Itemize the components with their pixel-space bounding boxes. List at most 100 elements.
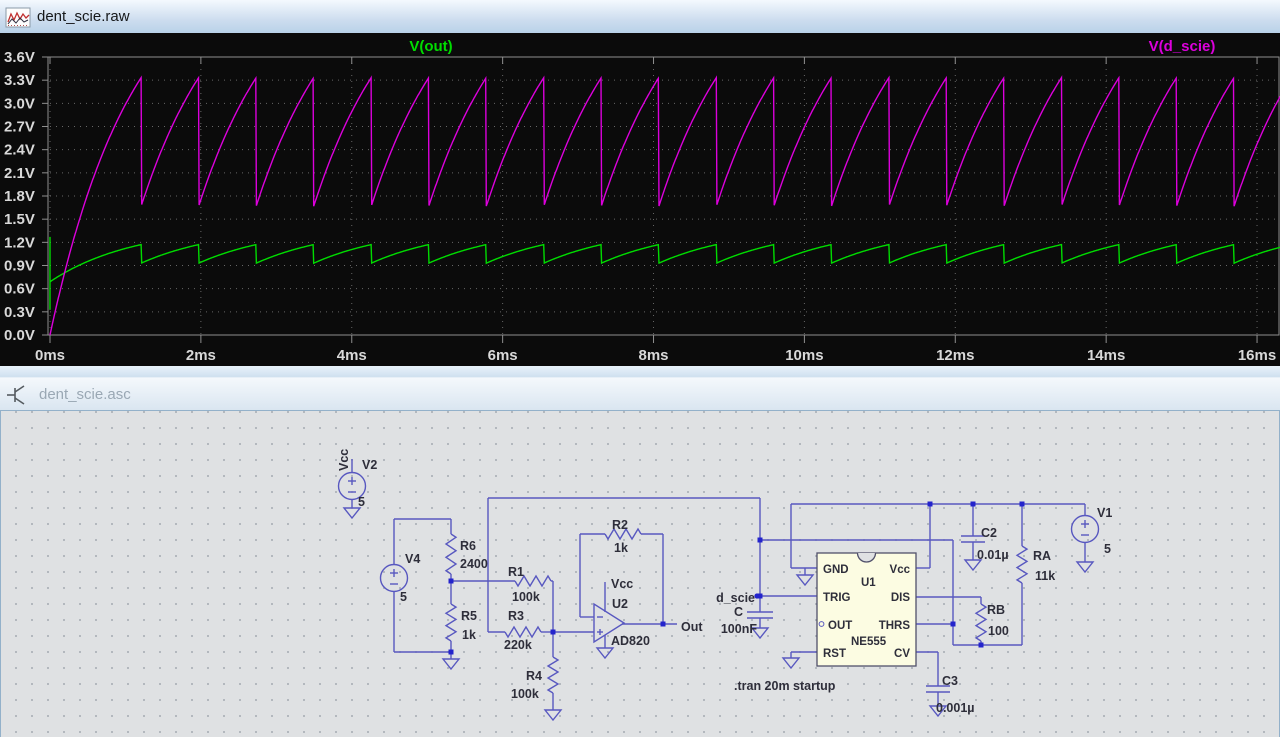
- junction-dot: [660, 621, 666, 627]
- schematic-label-v1-name[interactable]: V1: [1097, 506, 1112, 520]
- y-tick-label: 0.9V: [4, 258, 35, 275]
- schematic-label-v2-name[interactable]: V2: [362, 458, 377, 472]
- y-tick-label: 0.6V: [4, 281, 35, 298]
- schematic-label-r5-value[interactable]: 1k: [462, 628, 476, 642]
- y-tick-label: 1.5V: [4, 211, 35, 228]
- schematic-label-c-name[interactable]: C: [734, 605, 743, 619]
- resistor-symbol: [974, 603, 988, 642]
- schematic-label-c3-name[interactable]: C3: [942, 674, 958, 688]
- resistor-symbol: [504, 625, 542, 639]
- y-tick-label: 1.8V: [4, 188, 35, 205]
- schematic-label-r4-value[interactable]: 100k: [511, 687, 539, 701]
- trace-v-d-scie[interactable]: [49, 75, 1280, 336]
- waveform-titlebar[interactable]: dent_scie.raw: [0, 0, 1280, 33]
- legend-v-d-scie[interactable]: V(d_scie): [1149, 38, 1216, 55]
- y-tick-label: 3.6V: [4, 49, 35, 66]
- ground-symbol: [441, 658, 461, 671]
- schematic-label-pin-cv[interactable]: CV: [894, 648, 910, 660]
- schematic-label-vcc-flag[interactable]: Vcc: [337, 449, 351, 471]
- junction-dot: [448, 578, 454, 584]
- schematic-label-r5-name[interactable]: R5: [461, 609, 477, 623]
- schematic-label-pin-trig[interactable]: TRIG: [823, 592, 851, 604]
- junction-dot: [448, 649, 454, 655]
- pane-divider[interactable]: [0, 366, 1280, 377]
- y-tick-label: 0.0V: [4, 327, 35, 344]
- x-tick-label: 14ms: [1087, 347, 1125, 364]
- junction-dot: [970, 501, 976, 507]
- schematic-label-pin-gnd[interactable]: GND: [823, 564, 849, 576]
- legend-v-out[interactable]: V(out): [409, 38, 452, 55]
- schematic-label-v1-value[interactable]: 5: [1104, 542, 1111, 556]
- x-tick-label: 6ms: [488, 347, 518, 364]
- schematic-titlebar[interactable]: dent_scie.asc: [0, 377, 1280, 411]
- schematic-label-dscie-label[interactable]: d_scie: [716, 591, 755, 605]
- schematic-label-pin-thrs[interactable]: THRS: [879, 620, 911, 632]
- trace-v-out[interactable]: [49, 236, 1280, 310]
- schematic-label-u2-value[interactable]: AD820: [611, 634, 650, 648]
- schematic-label-r1-value[interactable]: 100k: [512, 590, 540, 604]
- y-tick-label: 0.3V: [4, 304, 35, 321]
- schematic-label-v4-value[interactable]: 5: [400, 590, 407, 604]
- schematic-label-u1-value[interactable]: NE555: [851, 636, 887, 648]
- schematic-label-ra-name[interactable]: RA: [1033, 549, 1051, 563]
- ltspice-window: dent_scie.raw 3.6V 3.3V 3.0V 2.7V 2.4V 2.1V 1.…: [0, 0, 1280, 737]
- schematic-label-pin-rst[interactable]: RST: [823, 648, 846, 660]
- schematic-label-pin-vcc[interactable]: Vcc: [890, 564, 911, 576]
- schematic-label-u1-name[interactable]: U1: [861, 577, 876, 589]
- schematic-drawing[interactable]: Vcc V2 5 V4 5 R6 2400 R5 1k R1 100k R3 220k R4 100k R2 1…: [1, 411, 1279, 737]
- ground-symbol: [543, 709, 563, 722]
- waveform-pane: 3.6V 3.3V 3.0V 2.7V 2.4V 2.1V 1.8V 1.5V 1.2V 0.9V…: [0, 33, 1280, 366]
- schematic-label-r4-name[interactable]: R4: [526, 669, 542, 683]
- schematic-label-tran-directive[interactable]: .tran 20m startup: [734, 679, 836, 693]
- ground-symbol: [1075, 561, 1095, 574]
- schematic-label-c-value[interactable]: 100nF: [721, 622, 757, 636]
- schematic-label-r6-value[interactable]: 2400: [460, 557, 488, 571]
- schematic-label-rb-value[interactable]: 100: [988, 624, 1009, 638]
- schematic-label-c2-name[interactable]: C2: [981, 526, 997, 540]
- schematic-label-r2-value[interactable]: 1k: [614, 541, 628, 555]
- schematic-label-r2-name[interactable]: R2: [612, 518, 628, 532]
- ground-symbol: [795, 574, 815, 587]
- net-label-anchor-dot: [754, 593, 760, 599]
- schematic-label-out-label[interactable]: Out: [681, 620, 703, 634]
- y-tick-label: 2.7V: [4, 119, 35, 136]
- junction-dot: [950, 621, 956, 627]
- schematic-label-r6-name[interactable]: R6: [460, 539, 476, 553]
- schematic-label-ra-value[interactable]: 11k: [1035, 569, 1055, 583]
- schematic-label-c2-value[interactable]: 0.01µ: [977, 548, 1009, 562]
- y-tick-label: 3.0V: [4, 95, 35, 112]
- schematic-wires: [337, 459, 1100, 722]
- schematic-canvas: Vcc V2 5 V4 5 R6 2400 R5 1k R1 100k R3 220k R4 100k R2 1…: [0, 410, 1280, 737]
- schematic-label-pin-dis[interactable]: DIS: [891, 592, 911, 604]
- y-tick-label: 1.2V: [4, 234, 35, 251]
- x-tick-label: 4ms: [337, 347, 367, 364]
- junction-dot: [978, 642, 984, 648]
- junction-dot: [757, 537, 763, 543]
- schematic-file-icon: [7, 384, 25, 405]
- schematic-label-c3-value[interactable]: 0.001µ: [936, 701, 974, 715]
- ground-symbol: [595, 647, 615, 660]
- schematic-title: dent_scie.asc: [39, 386, 131, 403]
- waveform-file-icon: [5, 7, 31, 27]
- schematic-label-u2-name[interactable]: U2: [612, 597, 628, 611]
- schematic-label-pin-out[interactable]: OUT: [828, 620, 852, 632]
- voltage-source-symbol: [379, 563, 409, 593]
- waveform-title: dent_scie.raw: [37, 8, 130, 25]
- waveform-plot[interactable]: 3.6V 3.3V 3.0V 2.7V 2.4V 2.1V 1.8V 1.5V 1.2V 0.9V…: [0, 33, 1280, 366]
- ground-symbol: [781, 657, 801, 670]
- y-tick-label: 2.1V: [4, 165, 35, 182]
- schematic-label-v2-value[interactable]: 5: [358, 495, 365, 509]
- x-tick-label: 16ms: [1238, 347, 1276, 364]
- schematic-label-v4-name[interactable]: V4: [405, 552, 420, 566]
- junction-dot: [550, 629, 556, 635]
- x-tick-label: 2ms: [186, 347, 216, 364]
- resistor-symbol: [1015, 545, 1029, 584]
- schematic-label-r3-value[interactable]: 220k: [504, 638, 532, 652]
- schematic-label-opamp-vcc[interactable]: Vcc: [611, 577, 633, 591]
- schematic-label-r1-name[interactable]: R1: [508, 565, 524, 579]
- x-tick-label: 12ms: [936, 347, 974, 364]
- schematic-label-r3-name[interactable]: R3: [508, 609, 524, 623]
- y-tick-label: 3.3V: [4, 72, 35, 89]
- schematic-label-rb-name[interactable]: RB: [987, 603, 1005, 617]
- junction-dot: [927, 501, 933, 507]
